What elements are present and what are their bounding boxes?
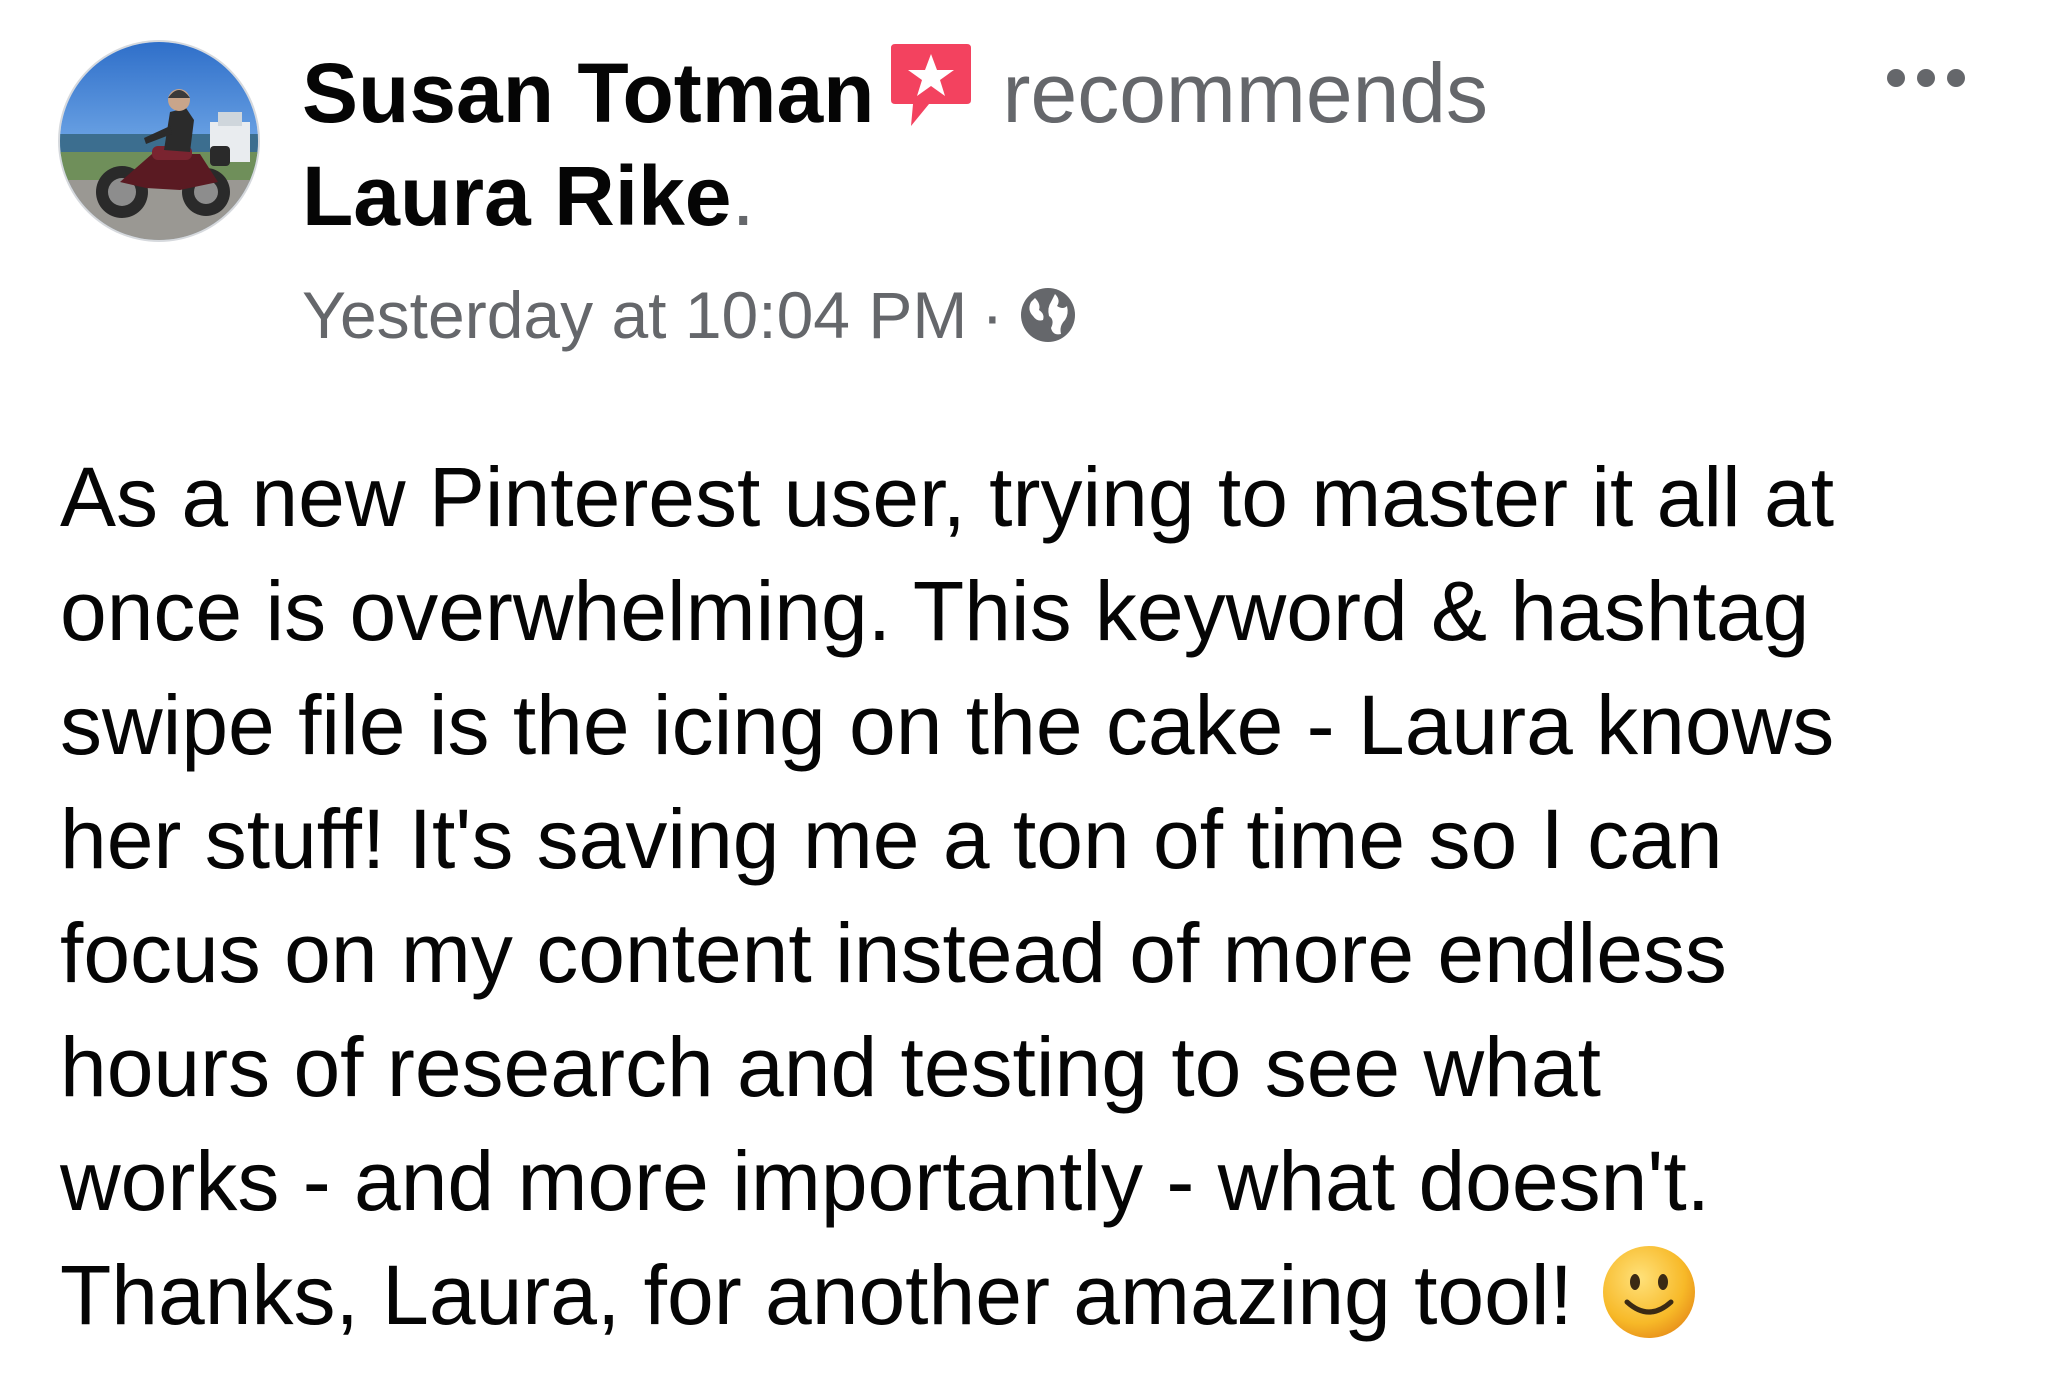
post-body-line: hours of research and testing to see wha… bbox=[60, 1020, 1601, 1114]
author-name[interactable]: Susan Totman bbox=[302, 46, 875, 140]
avatar-photo bbox=[60, 42, 258, 240]
recommendation-post: Susan Totman recommends Laura Rike. Yest… bbox=[0, 0, 2048, 1391]
meta-separator: · bbox=[981, 278, 1004, 352]
post-body: As a new Pinterest user, trying to maste… bbox=[60, 440, 2010, 1352]
post-header-target: Laura Rike. bbox=[302, 146, 755, 246]
post-header: Susan Totman recommends bbox=[302, 40, 1488, 143]
recommended-page-name[interactable]: Laura Rike bbox=[302, 149, 732, 243]
post-timestamp[interactable]: Yesterday at 10:04 PM bbox=[302, 278, 967, 352]
post-body-line: As a new Pinterest user, trying to maste… bbox=[60, 450, 1835, 544]
recommendation-star-icon bbox=[890, 44, 971, 126]
post-body-last-line: Thanks, Laura, for another amazing tool! bbox=[60, 1238, 2010, 1352]
post-body-line: works - and more importantly - what does… bbox=[60, 1134, 1711, 1228]
post-meta: Yesterday at 10:04 PM · bbox=[302, 270, 1079, 360]
post-body-line: Thanks, Laura, for another amazing tool! bbox=[60, 1248, 1573, 1342]
post-body-line: focus on my content instead of more endl… bbox=[60, 906, 1727, 1000]
post-body-line: her stuff! It's saving me a ton of time … bbox=[60, 792, 1723, 886]
smiling-face-emoji bbox=[1602, 1246, 1695, 1338]
author-avatar[interactable] bbox=[60, 42, 258, 240]
post-body-line: once is overwhelming. This keyword & has… bbox=[60, 564, 1810, 658]
header-period: . bbox=[731, 149, 755, 243]
post-body-line: swipe file is the icing on the cake - La… bbox=[60, 678, 1835, 772]
action-text: recommends bbox=[1002, 46, 1489, 140]
more-options-icon[interactable] bbox=[1880, 48, 1972, 108]
globe-icon[interactable] bbox=[1017, 284, 1079, 346]
